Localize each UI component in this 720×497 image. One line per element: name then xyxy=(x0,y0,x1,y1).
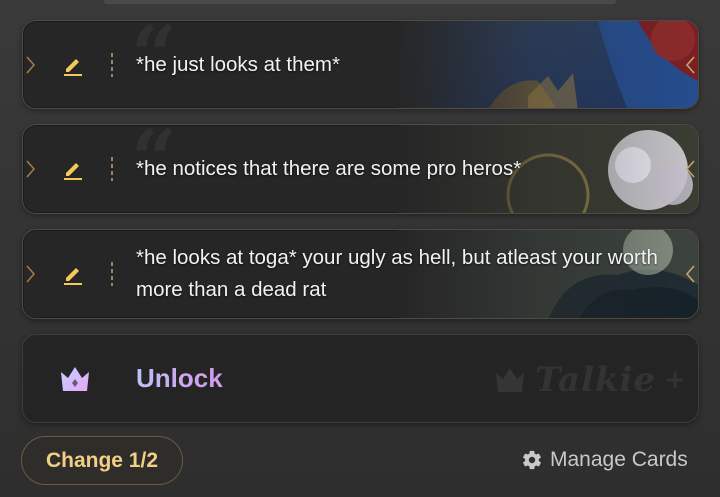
suggestion-card-2[interactable]: “ *he notices that there are some pro he… xyxy=(22,124,699,214)
chevron-left-icon xyxy=(26,55,36,74)
pencil-icon[interactable] xyxy=(61,262,85,286)
card-text: *he notices that there are some pro hero… xyxy=(136,157,522,180)
divider xyxy=(111,262,113,286)
watermark-text: Talkie xyxy=(535,360,657,400)
manage-cards-button[interactable]: Manage Cards xyxy=(521,446,688,474)
top-edge-handle xyxy=(104,0,616,4)
plus-icon: + xyxy=(664,365,687,395)
change-button[interactable]: Change 1/2 xyxy=(21,436,183,485)
manage-cards-label: Manage Cards xyxy=(550,448,688,471)
suggestion-card-1[interactable]: “ *he just looks at them* xyxy=(22,20,699,109)
chevron-left-icon xyxy=(26,265,36,283)
suggestion-card-3[interactable]: *he looks at toga* your ugly as hell, bu… xyxy=(22,229,699,319)
chevron-right-icon xyxy=(685,55,695,74)
crown-watermark-icon xyxy=(496,368,524,392)
chevron-left-icon xyxy=(26,160,36,178)
divider xyxy=(111,52,113,77)
unlock-label: Unlock xyxy=(136,363,223,393)
chevron-right-icon xyxy=(685,160,695,178)
gear-icon xyxy=(523,450,541,470)
pencil-icon[interactable] xyxy=(61,157,85,181)
chevron-right-icon xyxy=(685,265,695,283)
card-text: *he just looks at them* xyxy=(136,52,340,76)
divider xyxy=(111,157,113,181)
card-text: *he looks at toga* your ugly as hell, bu… xyxy=(136,246,658,301)
crown-icon xyxy=(61,367,89,391)
talkie-watermark: Talkie + xyxy=(493,355,693,405)
pencil-icon[interactable] xyxy=(61,53,85,77)
unlock-card[interactable]: Unlock Talkie + xyxy=(22,334,699,423)
